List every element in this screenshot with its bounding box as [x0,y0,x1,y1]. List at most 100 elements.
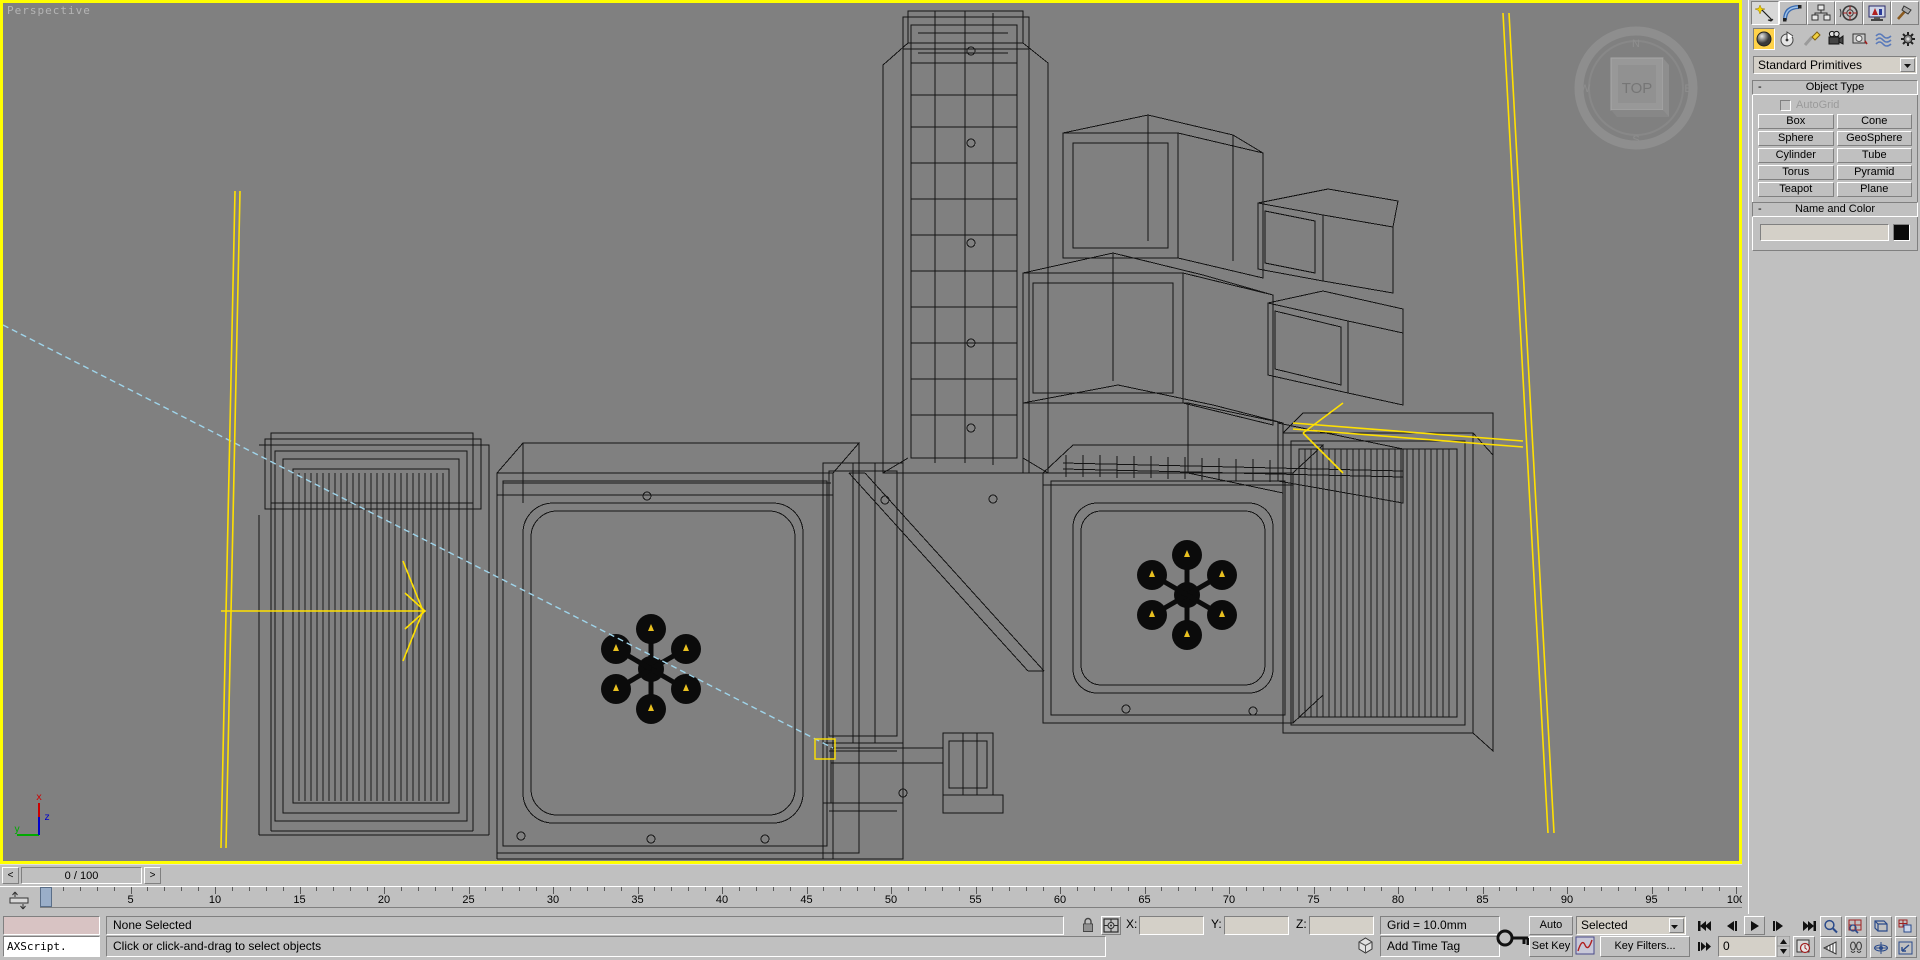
previous-frame-button[interactable] [1720,916,1741,935]
tube-button[interactable]: Tube [1836,148,1912,163]
auto-key-button[interactable]: Auto Key [1529,916,1573,948]
selection-set-combo[interactable]: Selected [1576,916,1686,935]
torus-button[interactable]: Torus [1758,165,1834,180]
go-to-start-button[interactable] [1694,916,1715,935]
next-frame-arrow[interactable]: > [144,867,161,884]
autogrid-checkbox[interactable] [1780,99,1791,111]
ruler-tick [215,887,216,894]
curve-editor-icon[interactable] [1575,936,1597,957]
autogrid-row[interactable]: AutoGrid [1758,99,1912,111]
motion-tab[interactable] [1835,1,1863,25]
ruler-tick [1060,887,1061,894]
add-time-tag-button[interactable]: Add Time Tag [1380,936,1500,957]
cone-button[interactable]: Cone [1836,114,1912,129]
track-bar-ruler[interactable]: 0510152025303540455055606570758085909510… [40,887,1742,915]
object-type-rollout: - Object Type AutoGrid Box Cone Sphere G… [1752,80,1918,204]
object-color-swatch[interactable] [1893,224,1910,241]
ruler-tick [1381,887,1383,891]
ruler-tick-label: 70 [1222,894,1236,906]
time-tag-icon[interactable] [1356,936,1377,957]
rollout-collapse-icon[interactable]: - [1758,203,1762,216]
name-and-color-rollout: - Name and Color [1752,202,1918,251]
track-bar[interactable]: 0510152025303540455055606570758085909510… [0,886,1742,914]
chevron-down-icon[interactable] [1669,918,1684,933]
helpers-category-button[interactable] [1849,28,1871,50]
ruler-tick [1110,887,1112,891]
object-type-rollout-header[interactable]: - Object Type [1752,80,1918,95]
display-tab[interactable] [1863,1,1891,25]
coordinate-z-field[interactable] [1309,916,1374,935]
frame-spinner[interactable] [1776,935,1791,958]
object-name-field[interactable] [1760,224,1889,241]
hierarchy-tab[interactable] [1807,1,1835,25]
current-frame-marker[interactable] [40,887,52,907]
zoom-region-button[interactable] [1845,916,1867,937]
perspective-viewport[interactable]: Perspective N E S W TOP x y z [0,0,1742,864]
utilities-tab[interactable] [1891,1,1919,25]
name-and-color-rollout-header[interactable]: - Name and Color [1752,202,1918,217]
ruler-tick [941,887,943,891]
viewcube-compass-s: S [1632,134,1639,146]
current-frame-field[interactable]: 0 [1718,936,1776,957]
viewport-label[interactable]: Perspective [7,4,91,17]
space-warps-category-button[interactable] [1873,28,1895,50]
previous-frame-arrow[interactable]: < [2,867,19,884]
sphere-button[interactable]: Sphere [1758,131,1834,146]
maxscript-listener-input[interactable]: AXScript. [3,936,100,957]
maximize-viewport-button[interactable] [1895,937,1917,958]
geosphere-button[interactable]: GeoSphere [1836,131,1912,146]
ruler-tick [924,887,926,891]
teapot-button[interactable]: Teapot [1758,182,1834,197]
viewport-canvas[interactable]: Perspective N E S W TOP x y z [3,3,1739,861]
ruler-tick-label: 5 [127,894,134,906]
systems-category-button[interactable] [1897,28,1919,50]
key-mode-jump-button[interactable] [1694,937,1715,956]
field-of-view-button[interactable] [1820,937,1842,958]
primitive-type-combo[interactable]: Standard Primitives [1753,56,1917,74]
prompt-line: Click or click-and-drag to select object… [106,936,1106,957]
maxscript-listener-output[interactable] [3,916,100,935]
ruler-tick [772,887,774,891]
lock-icon[interactable] [1078,916,1098,935]
cylinder-button[interactable]: Cylinder [1758,148,1834,163]
ruler-tick [1178,887,1180,891]
next-frame-button[interactable] [1768,916,1789,935]
selection-set-value: Selected [1581,918,1628,932]
ruler-tick [400,887,402,891]
rollout-collapse-icon[interactable]: - [1758,81,1762,94]
zoom-button[interactable] [1820,916,1842,937]
modify-tab[interactable] [1779,1,1807,25]
set-key-button[interactable]: Set Key [1529,936,1573,957]
open-mini-curve-editor-icon[interactable] [6,890,32,910]
ruler-tick [198,887,200,891]
ruler-tick [586,887,588,891]
pyramid-button[interactable]: Pyramid [1836,165,1912,180]
time-configuration-button[interactable] [1793,936,1815,957]
box-button[interactable]: Box [1758,114,1834,129]
shapes-category-button[interactable] [1777,28,1799,50]
pan-hand-button[interactable] [1845,937,1867,958]
zoom-extents-button[interactable] [1870,916,1892,937]
chevron-down-icon[interactable] [1900,58,1915,72]
go-to-end-button[interactable] [1798,916,1819,935]
orbit-button[interactable] [1870,937,1892,958]
key-filters-button[interactable]: Key Filters... [1600,936,1690,957]
coordinate-z-label: Z: [1296,917,1307,931]
coordinate-y-field[interactable] [1224,916,1289,935]
ruler-tick-label: 20 [377,894,391,906]
ruler-tick [1533,887,1535,891]
lights-category-button[interactable] [1801,28,1823,50]
absolute-mode-transform-toggle[interactable] [1101,916,1121,935]
ruler-tick [536,887,538,891]
time-slider-frame-readout[interactable]: 0 / 100 [21,867,142,884]
plane-button[interactable]: Plane [1836,182,1912,197]
cameras-category-button[interactable] [1825,28,1847,50]
zoom-extents-all-button[interactable] [1895,916,1917,937]
coordinate-x-field[interactable] [1139,916,1204,935]
play-animation-button[interactable] [1744,916,1765,935]
viewcube[interactable]: N E S W TOP [1573,25,1699,151]
geometry-category-button[interactable] [1753,28,1775,50]
key-mode-toggle-button[interactable] [1493,918,1533,956]
create-tab[interactable] [1751,1,1779,25]
ruler-tick [1398,887,1399,894]
